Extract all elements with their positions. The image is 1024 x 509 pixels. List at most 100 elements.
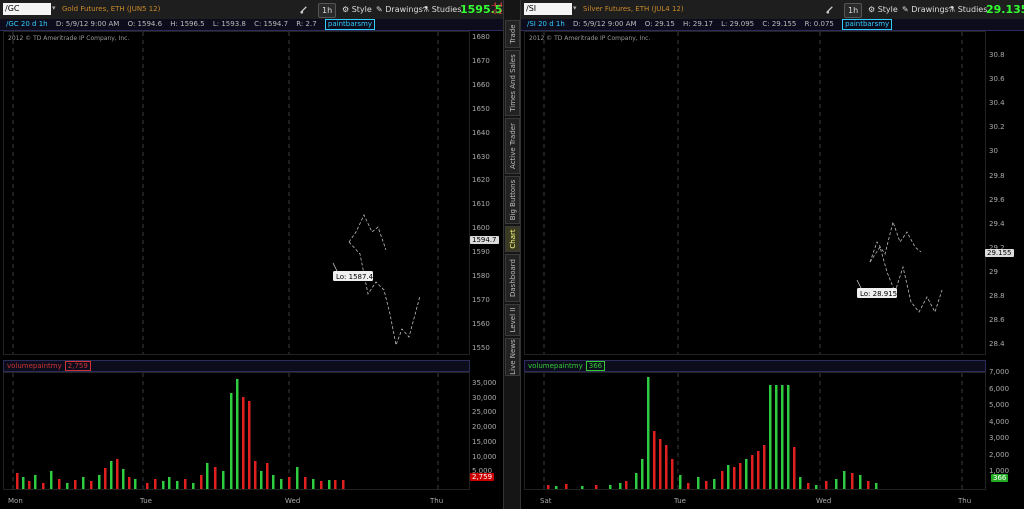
volume-bar — [727, 465, 730, 489]
drawings-button[interactable]: ✎ Drawings — [376, 3, 423, 16]
volume-bar — [555, 486, 558, 489]
axis-tick-label: 29.6 — [989, 195, 1005, 204]
volume-bar — [128, 477, 131, 489]
volume-bar — [793, 447, 796, 489]
study-badge[interactable]: paintbarsmy — [324, 19, 375, 30]
interval-selector[interactable]: 1h — [318, 3, 337, 18]
axis-tick-label: 1610 — [472, 200, 490, 209]
axis-tick-label: 29 — [989, 267, 998, 276]
link-icon[interactable] — [826, 3, 835, 16]
tab-trade[interactable]: Trade — [505, 20, 520, 48]
chevron-down-icon[interactable]: ▾ — [573, 4, 577, 12]
axis-tick-label: 1620 — [472, 176, 490, 185]
price-plot[interactable]: Lo: 28.915 2012 © TD Ameritrade IP Compa… — [524, 31, 986, 355]
axis-tick-label: 28.4 — [989, 340, 1005, 349]
volume-bar — [146, 483, 149, 489]
volume-bar — [176, 481, 179, 489]
volume-bar — [296, 467, 299, 489]
volume-bar — [799, 477, 802, 489]
projection-line — [869, 246, 943, 314]
symbol-description: Silver Futures, ETH (JUL4 12) — [583, 5, 684, 13]
tab-big-buttons-label: Big Buttons — [508, 179, 517, 221]
axis-tick-label: 30.4 — [989, 99, 1005, 108]
bar-range: R: 2.7 — [296, 20, 317, 28]
volume-bar — [697, 477, 700, 489]
volume-bar — [547, 485, 550, 489]
time-tick-label: Tue — [140, 497, 152, 505]
tab-active-trader-label: Active Trader — [508, 123, 517, 169]
tab-active-trader[interactable]: Active Trader — [505, 118, 520, 174]
style-button[interactable]: ⚙ Style — [342, 3, 372, 16]
tab-trade-label: Trade — [508, 24, 517, 44]
symbol-input[interactable]: /GC — [3, 3, 51, 15]
axis-tick-label: 4,000 — [989, 417, 1010, 426]
tab-dashboard[interactable]: Dashboard — [505, 254, 520, 302]
time-tick-label: Thu — [958, 497, 972, 505]
volume-study-label[interactable]: volumepaintmy — [528, 362, 583, 370]
axis-tick-label: 1680 — [472, 33, 490, 41]
volume-bar — [781, 385, 784, 489]
volume-plot[interactable] — [3, 372, 470, 490]
chevron-down-icon[interactable]: ▾ — [52, 4, 56, 12]
projection-line — [348, 241, 421, 347]
axis-tick-label: 5,000 — [989, 401, 1010, 409]
axis-tick-label: 35,000 — [472, 379, 497, 387]
axis-tick-label: 1630 — [472, 152, 490, 161]
volume-bar — [242, 397, 245, 489]
bar-close: C: 1594.7 — [254, 20, 289, 28]
volume-bar — [222, 471, 225, 489]
studies-button[interactable]: ⚗ Studies — [948, 3, 987, 16]
volume-bar — [50, 471, 53, 489]
volume-bar — [342, 480, 345, 489]
studies-button[interactable]: ⚗ Studies — [422, 3, 461, 16]
silver-volume-chart — [543, 373, 963, 489]
volume-bar — [751, 455, 754, 489]
volume-study-label[interactable]: volumepaintmy — [7, 362, 62, 370]
link-icon[interactable] — [300, 3, 309, 16]
studies-label: Studies — [957, 5, 988, 14]
style-label: Style — [351, 5, 372, 14]
volume-bar — [288, 477, 291, 489]
style-button[interactable]: ⚙ Style — [868, 3, 898, 16]
volume-bar — [236, 379, 239, 489]
interval-selector[interactable]: 1h — [844, 3, 863, 18]
axis-tick-label: 1550 — [472, 343, 490, 352]
tab-chart[interactable]: Chart — [505, 226, 520, 252]
volume-bar — [90, 481, 93, 489]
volume-bar — [260, 471, 263, 489]
volume-bar — [320, 481, 323, 489]
bar-open: O: 1594.6 — [127, 20, 163, 28]
symbol-input[interactable]: /SI — [524, 3, 572, 15]
volume-bar — [807, 483, 810, 489]
volume-bar — [679, 475, 682, 489]
time-tick-label: Tue — [674, 497, 686, 505]
volume-bar — [867, 481, 870, 489]
volume-bar — [609, 485, 612, 489]
price-plot[interactable]: Lo: 1587.4 2012 © TD Ameritrade IP Compa… — [3, 31, 470, 355]
style-label: Style — [877, 5, 898, 14]
drawings-button[interactable]: ✎ Drawings — [902, 3, 949, 16]
axis-tick-label: 1590 — [472, 248, 490, 257]
volume-plot[interactable] — [524, 372, 986, 490]
volume-bar — [74, 480, 77, 489]
axis-tick-label: 30,000 — [472, 393, 497, 402]
volume-bar — [154, 479, 157, 489]
axis-tick-label: 1650 — [472, 104, 490, 113]
gear-icon: ⚙ — [342, 5, 350, 14]
low-label: Lo: 28.915 — [860, 290, 897, 298]
last-price: 29.135 — [986, 3, 1024, 16]
tab-live-news[interactable]: Live News — [505, 338, 520, 376]
volume-bar — [665, 445, 668, 489]
tab-times-and-sales[interactable]: Times And Sales — [505, 50, 520, 116]
volume-bar — [745, 459, 748, 489]
tab-level-ii[interactable]: Level II — [505, 304, 520, 336]
tab-big-buttons[interactable]: Big Buttons — [505, 176, 520, 224]
study-badge[interactable]: paintbarsmy — [842, 19, 893, 30]
axis-tick-label: 30.2 — [989, 123, 1005, 132]
axis-tick-label: 1580 — [472, 272, 490, 280]
flask-icon: ⚗ — [948, 5, 956, 14]
bar-high: H: 29.17 — [683, 20, 713, 28]
axis-tick-label: 30.6 — [989, 75, 1005, 84]
axis-tick-label: 10,000 — [472, 452, 497, 461]
volume-bar — [58, 479, 61, 489]
